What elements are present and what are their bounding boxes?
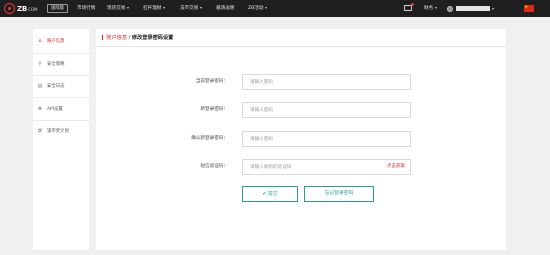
account-name-redacted: [456, 6, 490, 11]
sidebar-item-label: 安全策略: [47, 62, 65, 67]
change-password-panel: 账户信息 / 修改登录密码设置 当前登录密码： 新登录密码： 确认新登录密码： 短信…: [96, 29, 506, 250]
zb-logo-icon: [4, 3, 15, 14]
breadcrumb: 账户信息 / 修改登录密码设置: [102, 33, 173, 43]
sidebar-item-label: API设置: [47, 107, 63, 112]
account-sidebar: ⌂ 账户信息 ⚲ 安全策略 ▤ 安全日志 ✥ API设置 ✿ 锁币奖计划: [33, 29, 89, 250]
chevron-down-icon: [126, 6, 129, 9]
current-password-input[interactable]: [242, 74, 411, 90]
logo-text: ZBCOM: [17, 4, 38, 13]
chevron-down-icon: [199, 6, 202, 9]
sidebar-item-label: 账户信息: [47, 39, 65, 44]
divider: [96, 46, 506, 47]
sidebar-item-label: 锁币奖计划: [47, 129, 69, 134]
breadcrumb-parent-link[interactable]: 账户信息: [106, 35, 127, 41]
confirm-password-input[interactable]: [242, 131, 411, 147]
nav-leverage[interactable]: 杠杆理财: [143, 0, 165, 17]
nav-referral[interactable]: 邀请返佣: [216, 0, 234, 17]
new-password-input[interactable]: [242, 102, 411, 118]
location-pin-icon: ⚲: [38, 61, 42, 67]
new-password-label: 新登录密码：: [200, 107, 228, 112]
breadcrumb-separator: /: [128, 35, 131, 41]
breadcrumb-marker: [102, 35, 104, 40]
current-password-label: 当前登录密码：: [195, 79, 228, 84]
notification-dot: [411, 3, 414, 6]
api-icon: ✥: [37, 106, 43, 112]
nav-zb-events[interactable]: ZB活动: [248, 0, 267, 17]
nav-spot-trading[interactable]: 现货交易: [107, 0, 129, 17]
mail-icon[interactable]: [404, 3, 414, 11]
sidebar-item-security-log[interactable]: ▤ 安全日志: [33, 76, 89, 96]
nav-fiat-trading[interactable]: 法币交易: [180, 0, 202, 17]
page-title: 修改登录密码设置: [131, 35, 174, 41]
lock-icon: ✿: [37, 128, 43, 134]
chevron-down-icon: [492, 7, 494, 10]
forgot-password-button[interactable]: 忘记登录密码: [304, 186, 374, 202]
china-flag-icon[interactable]: [524, 4, 534, 12]
chevron-down-icon: [162, 6, 165, 9]
sidebar-item-api-settings[interactable]: ✥ API设置: [33, 99, 89, 119]
user-account-menu[interactable]: [447, 5, 494, 12]
log-icon: ▤: [37, 83, 43, 89]
sidebar-item-security-policy[interactable]: ⚲ 安全策略: [33, 54, 89, 74]
checkmark-icon: ✔: [262, 191, 267, 197]
confirm-password-label: 确认新登录密码：: [191, 136, 228, 141]
chevron-down-icon: [265, 6, 267, 9]
sms-code-label: 短信验证码：: [200, 164, 228, 169]
international-version-button[interactable]: 国际版: [47, 4, 68, 13]
sidebar-item-label: 安全日志: [47, 84, 65, 89]
sidebar-item-account-info[interactable]: ⌂ 账户信息: [33, 31, 89, 51]
zb-logo[interactable]: ZBCOM: [4, 3, 37, 14]
chevron-down-icon: [434, 6, 437, 9]
submit-button[interactable]: ✔ 提交: [242, 186, 298, 202]
nav-market[interactable]: 市场行情: [77, 0, 95, 17]
top-navigation-bar: ZBCOM 国际版 市场行情 现货交易 杠杆理财 法币交易 邀请返佣 ZB活动 …: [0, 0, 550, 17]
sidebar-item-lock-reward[interactable]: ✿ 锁币奖计划: [33, 121, 89, 141]
divider: [33, 97, 89, 98]
get-code-button[interactable]: 点击获取: [381, 160, 411, 174]
home-icon: ⌂: [38, 38, 42, 44]
avatar: [447, 5, 453, 12]
finance-menu[interactable]: 财务: [424, 0, 437, 17]
